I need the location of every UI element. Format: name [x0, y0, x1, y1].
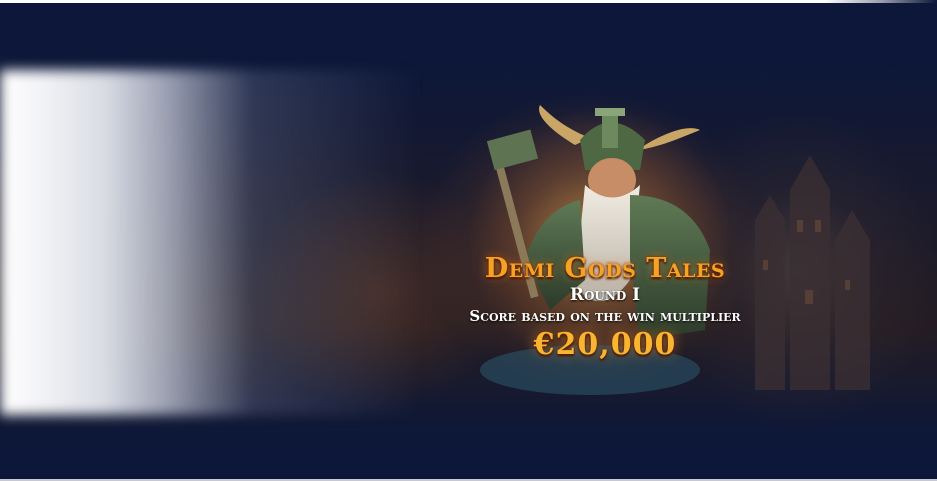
- top-strip: [0, 0, 937, 3]
- promo-text-block: Demi Gods Tales Round I Score based on t…: [400, 254, 810, 362]
- promo-description: Score based on the win multiplier: [469, 307, 741, 325]
- round-label: Round I: [569, 285, 641, 305]
- carousel-fade-overlay: [0, 70, 420, 415]
- prize-amount: €20,000: [533, 327, 677, 362]
- game-title: Demi Gods Tales: [484, 253, 726, 284]
- page-frame: Demi Gods Tales Round I Score based on t…: [0, 0, 937, 481]
